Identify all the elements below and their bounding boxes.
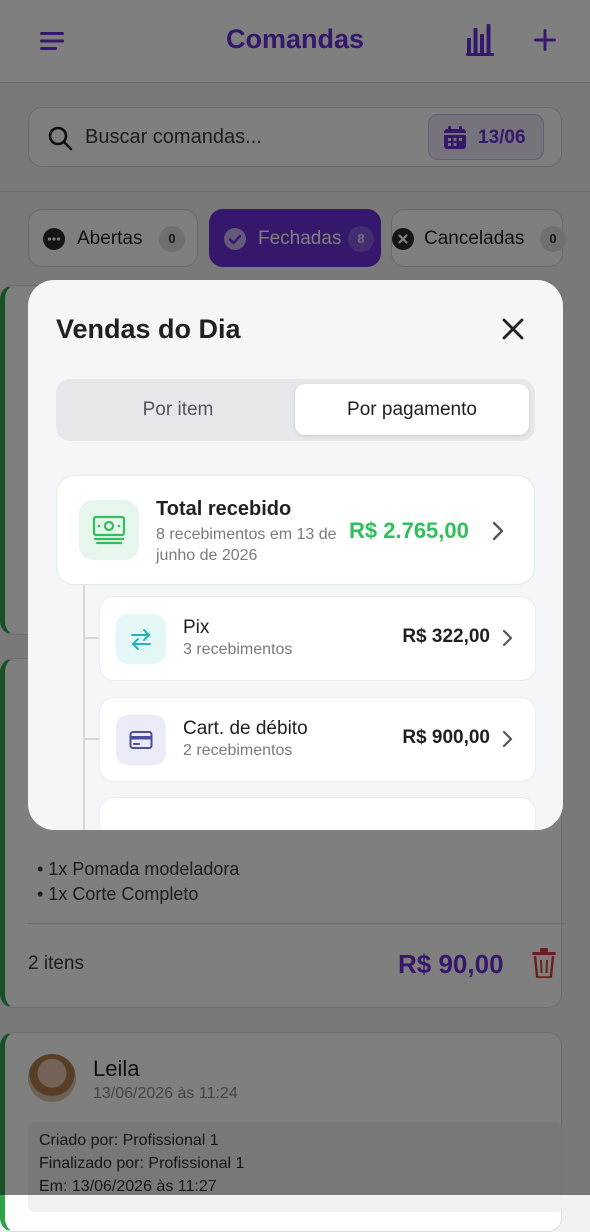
payment-count: 3 recebimentos bbox=[183, 641, 293, 658]
payment-amount: R$ 322,00 bbox=[402, 626, 490, 647]
payment-name: Pix bbox=[183, 617, 210, 638]
pix-transfer-icon bbox=[116, 614, 166, 664]
close-icon[interactable] bbox=[500, 316, 526, 342]
tree-connector bbox=[83, 585, 85, 830]
total-subtitle: 8 recebimentos em 13 de junho de 2026 bbox=[156, 526, 337, 564]
payment-amount: R$ 900,00 bbox=[402, 727, 490, 748]
payment-method-debit-card[interactable]: Cart. de débito 2 recebimentos R$ 900,00 bbox=[100, 698, 535, 781]
view-toggle: Por item Por pagamento bbox=[56, 379, 535, 441]
total-amount: R$ 2.765,00 bbox=[349, 518, 469, 543]
cash-icon bbox=[79, 500, 139, 560]
modal-title: Vendas do Dia bbox=[56, 314, 241, 344]
chevron-right-icon bbox=[492, 521, 504, 541]
sales-modal: Vendas do Dia Por item Por pagamento Tot… bbox=[28, 280, 563, 830]
credit-card-icon bbox=[116, 715, 166, 765]
tab-por-item[interactable]: Por item bbox=[62, 384, 294, 435]
tab-por-pagamento[interactable]: Por pagamento bbox=[295, 384, 529, 435]
payment-method-card[interactable] bbox=[100, 798, 535, 830]
chevron-right-icon bbox=[502, 730, 513, 748]
total-title: Total recebido bbox=[156, 498, 292, 520]
payment-name: Cart. de débito bbox=[183, 718, 308, 739]
total-received-card[interactable]: Total recebido 8 recebimentos em 13 de j… bbox=[56, 475, 535, 585]
chevron-right-icon bbox=[502, 629, 513, 647]
payment-method-pix[interactable]: Pix 3 recebimentos R$ 322,00 bbox=[100, 597, 535, 680]
tree-connector bbox=[83, 738, 100, 740]
payment-count: 2 recebimentos bbox=[183, 742, 293, 759]
tree-connector bbox=[83, 637, 100, 639]
